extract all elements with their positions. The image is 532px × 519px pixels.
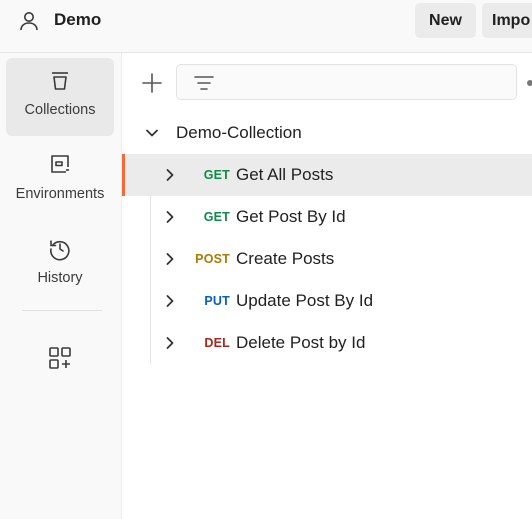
- chevron-down-icon[interactable]: [144, 125, 160, 141]
- sidebar: Collections Environments History: [0, 53, 122, 519]
- request-row-get-post-by-id[interactable]: GET Get Post By Id: [122, 196, 532, 238]
- sidebar-item-label: Collections: [24, 102, 96, 118]
- request-row-create-posts[interactable]: POST Create Posts: [122, 238, 532, 280]
- user-icon[interactable]: [17, 9, 41, 33]
- environment-icon: [51, 155, 69, 173]
- request-row-get-all-posts[interactable]: GET Get All Posts: [122, 154, 532, 196]
- collection-name: Demo-Collection: [176, 123, 302, 142]
- request-row-update-post-by-id[interactable]: PUT Update Post By Id: [122, 280, 532, 322]
- sidebar-item-label: History: [37, 270, 83, 286]
- request-name: Create Posts: [236, 249, 335, 268]
- method-badge: GET: [203, 168, 230, 182]
- method-badge: PUT: [204, 294, 230, 308]
- request-name: Get Post By Id: [236, 207, 346, 226]
- request-row-delete-post-by-id[interactable]: DEL Delete Post by Id: [122, 322, 532, 364]
- method-badge: DEL: [204, 336, 230, 350]
- sidebar-item-label: Environments: [15, 186, 105, 202]
- method-badge: POST: [195, 252, 230, 266]
- chevron-right-icon[interactable]: [162, 293, 178, 309]
- sidebar-divider: [22, 310, 102, 311]
- filter-input[interactable]: [176, 64, 517, 100]
- workspace-name[interactable]: Demo: [54, 10, 101, 30]
- workspace-header: Demo New Impo: [0, 0, 532, 53]
- chevron-right-icon[interactable]: [162, 209, 178, 225]
- method-badge: GET: [203, 210, 230, 224]
- sidebar-item-collections[interactable]: Collections: [6, 58, 114, 136]
- collection-row[interactable]: Demo-Collection: [122, 112, 532, 154]
- add-widget-icon[interactable]: [47, 345, 73, 371]
- chevron-right-icon[interactable]: [162, 251, 178, 267]
- sidebar-item-environments[interactable]: Environments: [6, 142, 114, 220]
- plus-icon[interactable]: [139, 70, 165, 96]
- filter-icon: [194, 76, 214, 90]
- request-name: Update Post By Id: [236, 291, 374, 310]
- new-button[interactable]: New: [415, 3, 476, 38]
- sidebar-item-history[interactable]: History: [6, 226, 114, 304]
- more-options-icon[interactable]: [527, 80, 532, 86]
- chevron-right-icon[interactable]: [162, 167, 178, 183]
- chevron-right-icon[interactable]: [162, 335, 178, 351]
- request-name: Get All Posts: [236, 165, 334, 184]
- history-icon: [50, 240, 70, 261]
- import-button[interactable]: Impo: [482, 3, 532, 38]
- request-name: Delete Post by Id: [236, 333, 366, 352]
- active-indicator: [122, 154, 125, 196]
- trash-can-icon: [52, 72, 68, 90]
